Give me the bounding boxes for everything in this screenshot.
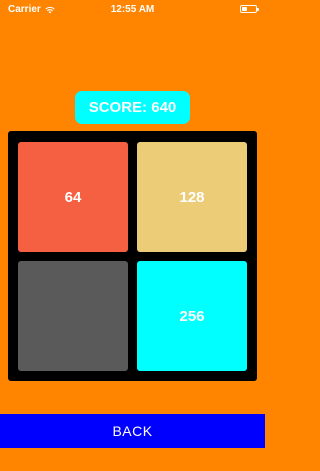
game-board: 64 128 256	[8, 131, 257, 381]
battery-level	[242, 7, 247, 11]
battery-icon	[240, 5, 259, 13]
tile-1[interactable]: 128	[137, 142, 247, 252]
back-button[interactable]: BACK	[0, 414, 265, 448]
tile-0[interactable]: 64	[18, 142, 128, 252]
score-badge: SCORE: 640	[75, 91, 190, 124]
status-bar: Carrier 12:55 AM	[0, 0, 265, 20]
tile-3[interactable]: 256	[137, 261, 247, 371]
status-time: 12:55 AM	[110, 4, 155, 15]
tile-2[interactable]	[18, 261, 128, 371]
